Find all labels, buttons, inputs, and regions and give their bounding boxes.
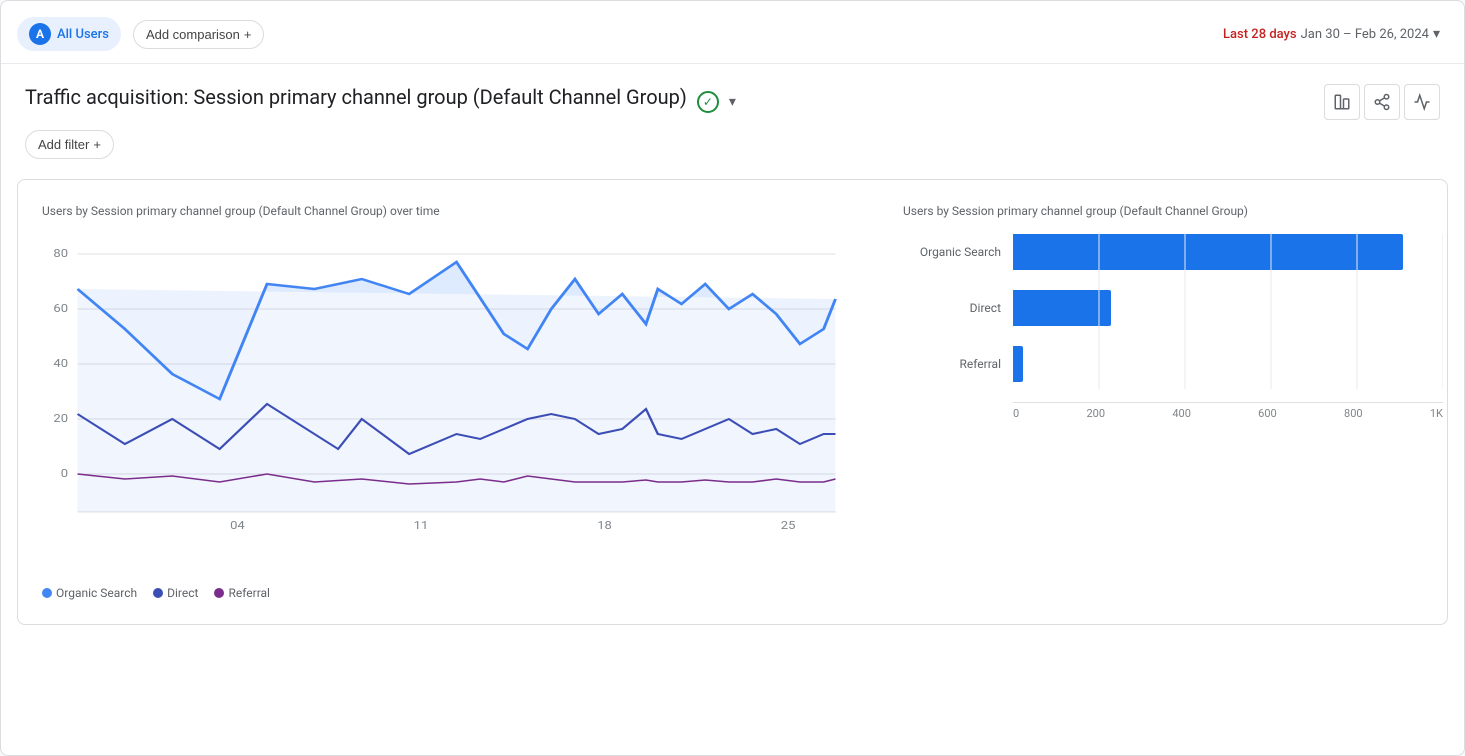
bar-x-0: 0: [1013, 407, 1019, 420]
svg-text:Feb: Feb: [227, 532, 249, 534]
bar-organic: [1013, 234, 1403, 270]
customize-chart-button[interactable]: [1324, 84, 1360, 120]
date-value: Jan 30 – Feb 26, 2024: [1301, 27, 1429, 42]
svg-text:20: 20: [53, 412, 68, 425]
share-icon: [1373, 93, 1391, 111]
bar-chart-title: Users by Session primary channel group (…: [903, 204, 1423, 218]
line-chart-wrapper: 80 60 40 20 0 04 Feb 11 18: [42, 234, 871, 574]
bar-x-600: 600: [1258, 407, 1277, 420]
line-chart-section: Users by Session primary channel group (…: [42, 204, 871, 600]
date-dropdown-arrow[interactable]: ▾: [1433, 26, 1440, 42]
all-users-badge[interactable]: A All Users: [17, 17, 121, 51]
referral-dot: [214, 588, 224, 598]
bar-x-axis: 0 200 400 600 800 1K: [1013, 402, 1443, 420]
line-chart-title: Users by Session primary channel group (…: [42, 204, 871, 218]
title-row: Traffic acquisition: Session primary cha…: [25, 84, 1440, 120]
share-button[interactable]: [1364, 84, 1400, 120]
bar-x-200: 200: [1086, 407, 1105, 420]
title-dropdown-arrow[interactable]: ▾: [729, 94, 736, 110]
all-users-label: All Users: [57, 27, 109, 42]
bar-x-400: 400: [1172, 407, 1191, 420]
bar-x-1k: 1K: [1430, 407, 1443, 420]
add-filter-button[interactable]: Add filter +: [25, 130, 114, 159]
organic-search-dot: [42, 588, 52, 598]
chart-icon: [1333, 93, 1351, 111]
bar-row-direct: Direct: [1013, 290, 1423, 326]
line-chart-svg: 80 60 40 20 0 04 Feb 11 18: [42, 234, 871, 534]
header-right: Last 28 days Jan 30 – Feb 26, 2024 ▾: [1223, 26, 1440, 42]
bar-label-referral: Referral: [903, 357, 1013, 371]
bar-label-direct: Direct: [903, 301, 1013, 315]
svg-text:25: 25: [781, 519, 796, 532]
bar-label-organic: Organic Search: [903, 245, 1013, 259]
charts-container: Users by Session primary channel group (…: [17, 179, 1448, 625]
plus-icon: +: [244, 27, 252, 42]
page-title: Traffic acquisition: Session primary cha…: [25, 85, 687, 109]
organic-search-label: Organic Search: [56, 586, 137, 600]
referral-label: Referral: [228, 586, 270, 600]
header: A All Users Add comparison + Last 28 day…: [1, 1, 1464, 64]
bar-x-800: 800: [1344, 407, 1363, 420]
svg-text:60: 60: [53, 302, 68, 315]
main-container: A All Users Add comparison + Last 28 day…: [0, 0, 1465, 756]
date-range-label: Last 28 days: [1223, 27, 1297, 42]
svg-text:0: 0: [61, 467, 69, 480]
add-filter-label: Add filter: [38, 137, 89, 152]
legend-item-direct: Direct: [153, 586, 198, 600]
anomaly-icon: [1413, 93, 1431, 111]
legend-item-referral: Referral: [214, 586, 270, 600]
bar-direct: [1013, 290, 1111, 326]
all-users-avatar: A: [29, 23, 51, 45]
anomaly-button[interactable]: [1404, 84, 1440, 120]
svg-text:11: 11: [414, 519, 429, 532]
check-icon: ✓: [697, 91, 719, 113]
bar-chart-wrapper: Organic Search Direct Referral: [903, 234, 1423, 420]
title-left: Traffic acquisition: Session primary cha…: [25, 85, 736, 119]
add-comparison-label: Add comparison: [146, 27, 240, 42]
bar-chart-section: Users by Session primary channel group (…: [903, 204, 1423, 600]
direct-dot: [153, 588, 163, 598]
title-actions: [1324, 84, 1440, 120]
bar-referral: [1013, 346, 1023, 382]
svg-text:18: 18: [597, 519, 612, 532]
add-filter-plus-icon: +: [93, 137, 101, 152]
svg-text:04: 04: [230, 519, 245, 532]
chart-legend: Organic Search Direct Referral: [42, 586, 871, 600]
direct-label: Direct: [167, 586, 198, 600]
bar-row-referral: Referral: [1013, 346, 1423, 382]
svg-text:80: 80: [53, 247, 68, 260]
bar-row-organic: Organic Search: [1013, 234, 1423, 270]
title-section: Traffic acquisition: Session primary cha…: [1, 64, 1464, 167]
add-comparison-button[interactable]: Add comparison +: [133, 20, 265, 49]
legend-item-organic: Organic Search: [42, 586, 137, 600]
svg-text:40: 40: [53, 357, 68, 370]
